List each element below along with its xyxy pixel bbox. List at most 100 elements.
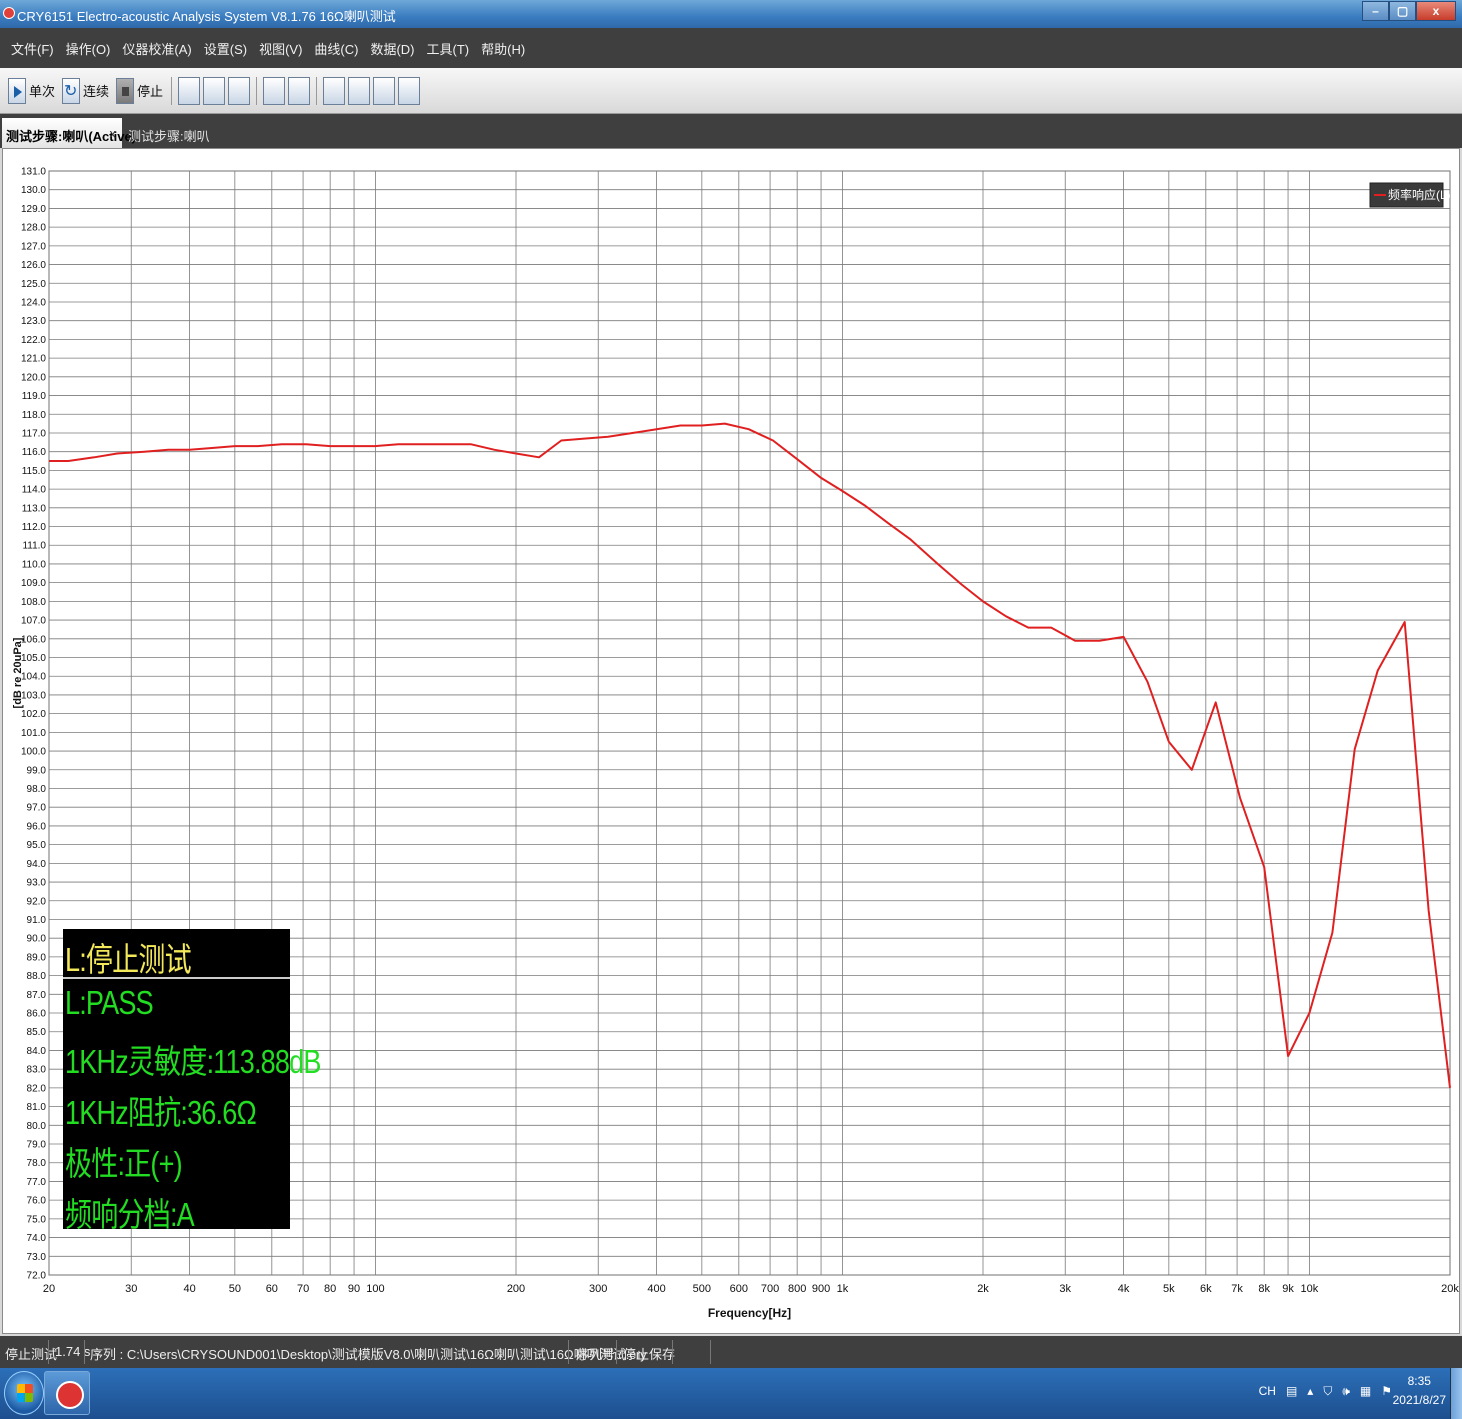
menu-operate[interactable]: 操作(O): [65, 39, 112, 58]
x-tick-label: 7k: [1231, 1283, 1243, 1295]
tray-language[interactable]: CH: [1259, 1384, 1276, 1399]
tray-expand-icon[interactable]: ▴: [1307, 1384, 1313, 1399]
x-tick-label: 5k: [1163, 1283, 1175, 1295]
x-tick-label: 900: [812, 1283, 830, 1295]
add-window-icon[interactable]: [323, 76, 346, 105]
y-tick-label: 84.0: [27, 1046, 47, 1057]
taskbar-app-cry[interactable]: [44, 1371, 90, 1415]
y-tick-label: 88.0: [27, 971, 47, 982]
x-tick-label: 20k: [1441, 1283, 1459, 1295]
chart-icon[interactable]: [203, 76, 226, 105]
menu-curve[interactable]: 曲线(C): [313, 39, 359, 58]
y-tick-label: 83.0: [27, 1065, 47, 1076]
bar-chart-icon[interactable]: [348, 76, 371, 105]
stop-label: 停止: [137, 84, 164, 99]
status-separator: [672, 1340, 673, 1364]
x-tick-label: 40: [183, 1283, 195, 1295]
start-button[interactable]: [4, 1371, 44, 1415]
x-tick-label: 9k: [1282, 1283, 1294, 1295]
y-tick-label: 103.0: [21, 690, 46, 701]
save-icon[interactable]: [288, 76, 311, 105]
settings-icon[interactable]: [178, 76, 201, 105]
x-tick-label: 2k: [977, 1283, 989, 1295]
y-tick-label: 107.0: [21, 616, 46, 627]
y-tick-label: 114.0: [22, 485, 47, 496]
y-tick-label: 74.0: [27, 1233, 47, 1244]
y-tick-label: 77.0: [27, 1177, 47, 1188]
close-button[interactable]: x: [1416, 1, 1456, 21]
x-tick-label: 400: [647, 1283, 665, 1295]
pass-text: L:PASS: [65, 984, 154, 1021]
status-bar: 停止测试 1.74 s 序列 : C:\Users\CRYSOUND001\De…: [0, 1336, 1462, 1368]
y-axis-label: [dB re 20uPa]: [12, 637, 24, 708]
x-tick-label: 70: [297, 1283, 309, 1295]
x-tick-label: 10k: [1301, 1283, 1319, 1295]
x-axis-label: Frequency[Hz]: [708, 1306, 791, 1320]
continuous-run-button[interactable]: 连续: [60, 75, 111, 107]
toolbar-separator: [171, 76, 173, 105]
tab-test-step-active[interactable]: 测试步骤:喇叭(Active) x: [2, 118, 136, 148]
menu-view[interactable]: 视图(V): [258, 39, 303, 58]
x-tick-label: 50: [229, 1283, 241, 1295]
menu-tools[interactable]: 工具(T): [426, 39, 471, 58]
menu-calibration[interactable]: 仪器校准(A): [121, 39, 192, 58]
report-icon[interactable]: [228, 76, 251, 105]
export-icon[interactable]: [263, 76, 286, 105]
y-tick-label: 82.0: [27, 1083, 47, 1094]
status-separator: [568, 1340, 569, 1364]
y-tick-label: 120.0: [21, 372, 46, 383]
x-tick-label: 80: [324, 1283, 336, 1295]
stop-icon: [116, 77, 135, 104]
minimize-button[interactable]: –: [1362, 1, 1389, 21]
clock[interactable]: 8:35 2021/8/27: [1393, 1372, 1446, 1410]
tab-close-icon[interactable]: x: [110, 126, 117, 141]
y-tick-label: 106.0: [21, 634, 46, 645]
y-tick-label: 130.0: [21, 185, 46, 196]
y-tick-label: 87.0: [27, 990, 47, 1001]
x-tick-label: 8k: [1258, 1283, 1270, 1295]
x-tick-label: 700: [761, 1283, 779, 1295]
sensitivity-text: 1KHz灵敏度:113.88dB: [65, 1043, 321, 1080]
show-desktop-button[interactable]: [1450, 1368, 1462, 1419]
network-icon[interactable]: ▦: [1360, 1384, 1371, 1399]
tab-test-step[interactable]: 测试步骤:喇叭: [128, 126, 210, 145]
menu-file[interactable]: 文件(F): [10, 39, 55, 58]
x-tick-label: 60: [266, 1283, 278, 1295]
status-time: 1.74 s: [55, 1344, 91, 1359]
status-sequence: 序列 : C:\Users\CRYSOUND001\Desktop\测试模版V8…: [90, 1347, 647, 1362]
y-tick-label: 129.0: [21, 204, 46, 215]
taskbar: CH ▤ ▴ ⛉ 🕪 ▦ ⚑ 8:35 2021/8/27: [0, 1368, 1462, 1419]
y-tick-label: 100.0: [21, 747, 46, 758]
y-tick-label: 115.0: [22, 466, 47, 477]
horizontal-split-icon[interactable]: [373, 76, 396, 105]
stop-button[interactable]: 停止: [114, 75, 165, 107]
y-tick-label: 75.0: [27, 1214, 47, 1225]
shield-icon[interactable]: ⛉: [1323, 1384, 1332, 1399]
tab-active-label: 测试步骤:喇叭(Active): [6, 129, 137, 144]
keyboard-icon[interactable]: ▤: [1286, 1384, 1297, 1399]
menu-settings[interactable]: 设置(S): [203, 39, 248, 58]
y-tick-label: 86.0: [27, 1009, 47, 1020]
vertical-split-icon[interactable]: [398, 76, 421, 105]
menu-bar: 文件(F) 操作(O) 仪器校准(A) 设置(S) 视图(V) 曲线(C) 数据…: [0, 28, 1462, 68]
maximize-button[interactable]: ▢: [1389, 1, 1416, 21]
status-separator: [84, 1340, 85, 1364]
toolbar: 单次 连续 停止: [0, 68, 1462, 114]
y-tick-label: 72.0: [27, 1271, 47, 1282]
x-tick-label: 3k: [1059, 1283, 1071, 1295]
single-run-button[interactable]: 单次: [6, 75, 57, 107]
menu-data[interactable]: 数据(D): [369, 39, 415, 58]
volume-icon[interactable]: 🕪: [1342, 1384, 1350, 1399]
y-tick-label: 95.0: [27, 840, 47, 851]
y-tick-label: 117.0: [22, 428, 47, 439]
y-tick-label: 113.0: [22, 503, 47, 514]
menu-help[interactable]: 帮助(H): [480, 39, 526, 58]
x-tick-label: 1k: [837, 1283, 849, 1295]
x-tick-label: 100: [366, 1283, 384, 1295]
y-tick-label: 81.0: [27, 1102, 47, 1113]
flag-icon[interactable]: ⚑: [1381, 1384, 1392, 1399]
x-tick-label: 800: [788, 1283, 806, 1295]
status-separator: [48, 1340, 49, 1364]
x-tick-label: 6k: [1200, 1283, 1212, 1295]
y-tick-label: 126.0: [21, 260, 46, 271]
